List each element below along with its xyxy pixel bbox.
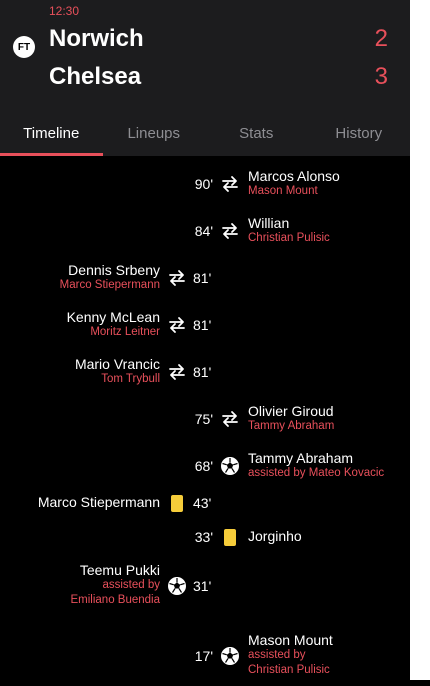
match-screen: 12:30 FT Norwich Chelsea 2 3 Timeline Li… <box>0 0 410 680</box>
event-secondary: Tammy Abraham <box>248 419 335 432</box>
event-player: Kenny McLean <box>66 308 160 325</box>
status-time: 12:30 <box>49 4 80 18</box>
event-secondary: Christian Pulisic <box>248 231 330 244</box>
substitution-icon <box>220 174 240 194</box>
event-details: Olivier Giroud Tammy Abraham <box>248 402 335 434</box>
event-assist-player: Emiliano Buendia <box>70 594 160 606</box>
event-player: Teemu Pukki <box>79 562 160 578</box>
event-secondary: assisted by <box>102 579 160 591</box>
event-secondary: Moritz Leitner <box>90 325 160 338</box>
event-minute: 68' <box>194 458 213 474</box>
timeline-event: 31' Teemu Pukki assisted by Emiliano Buendi… <box>0 556 410 616</box>
substitution-icon <box>220 221 240 241</box>
event-details: Willian Christian Pulisic <box>248 214 330 246</box>
event-details: Dennis Srbeny Marco Stiepermann <box>59 261 160 293</box>
event-assist-player: Christian Pulisic <box>248 664 330 676</box>
timeline-event: 81' Kenny McLean Moritz Leitner <box>0 305 410 345</box>
timeline-event: 84' Willian Christian Pulisic <box>0 211 410 251</box>
timeline-event: 33' Jorginho <box>0 522 410 552</box>
substitution-icon <box>220 409 240 429</box>
match-header: 12:30 FT Norwich Chelsea 2 3 <box>0 0 410 110</box>
event-details: Marcos Alonso Mason Mount <box>248 167 340 199</box>
event-player: Mason Mount <box>248 632 333 648</box>
match-timeline: 90' Marcos Alonso Mason Mount 84' Willian Chr… <box>0 156 410 680</box>
event-minute: 33' <box>194 529 213 545</box>
goal-ball-icon <box>167 576 187 596</box>
event-minute: 81' <box>193 317 212 333</box>
event-player: Jorginho <box>248 528 302 544</box>
home-team-name: Norwich <box>49 25 144 52</box>
event-minute: 31' <box>193 578 212 594</box>
event-player: Marco Stiepermann <box>37 494 160 510</box>
tab-lineups[interactable]: Lineups <box>103 110 206 156</box>
timeline-event: 75' Olivier Giroud Tammy Abraham <box>0 399 410 439</box>
tab-stats[interactable]: Stats <box>205 110 308 156</box>
event-details: Kenny McLean Moritz Leitner <box>66 308 160 340</box>
event-minute: 81' <box>193 364 212 380</box>
event-minute: 84' <box>194 223 213 239</box>
event-player: Mario Vrancic <box>74 355 160 372</box>
full-time-badge: FT <box>13 36 35 58</box>
event-secondary: Marco Stiepermann <box>59 278 160 291</box>
event-details: Teemu Pukki assisted by Emiliano Buendia <box>70 563 160 608</box>
home-team-score: 2 <box>374 25 388 52</box>
event-minute: 90' <box>194 176 213 192</box>
event-player: Dennis Srbeny <box>68 261 160 278</box>
substitution-icon <box>167 268 187 288</box>
event-minute: 75' <box>194 411 213 427</box>
event-minute: 81' <box>193 270 212 286</box>
event-details: Mario Vrancic Tom Trybull <box>74 355 160 387</box>
tab-timeline[interactable]: Timeline <box>0 110 103 156</box>
event-details: Marco Stiepermann <box>38 495 160 510</box>
timeline-event: 90' Marcos Alonso Mason Mount <box>0 164 410 204</box>
event-details: Tammy Abraham assisted by Mateo Kovacic <box>248 449 385 481</box>
away-team-score: 3 <box>374 63 388 90</box>
goal-ball-icon <box>220 646 240 666</box>
event-player: Willian <box>248 214 290 231</box>
tab-history[interactable]: History <box>308 110 411 156</box>
timeline-event: 43' Marco Stiepermann <box>0 488 410 518</box>
event-details: Jorginho <box>248 529 302 544</box>
timeline-event: 17' Mason Mount assisted by Christian Pulis… <box>0 626 410 686</box>
substitution-icon <box>167 315 187 335</box>
yellow-card-icon <box>167 493 187 513</box>
event-secondary: Tom Trybull <box>101 372 160 385</box>
event-secondary: Mason Mount <box>248 184 318 197</box>
event-minute: 17' <box>194 648 213 664</box>
tab-bar: Timeline Lineups Stats History <box>0 110 410 156</box>
event-minute: 43' <box>193 495 212 511</box>
substitution-icon <box>167 362 187 382</box>
timeline-event: 81' Mario Vrancic Tom Trybull <box>0 352 410 392</box>
event-secondary: assisted by <box>248 649 306 661</box>
goal-ball-icon <box>220 456 240 476</box>
event-details: Mason Mount assisted by Christian Pulisic <box>248 633 333 678</box>
event-player: Marcos Alonso <box>248 167 340 184</box>
event-player: Tammy Abraham <box>248 449 354 466</box>
timeline-event: 68' Tammy Abraham assisted by Mateo Kovaci… <box>0 446 410 486</box>
timeline-event: 81' Dennis Srbeny Marco Stiepermann <box>0 258 410 298</box>
event-secondary: assisted by Mateo Kovacic <box>248 466 385 479</box>
yellow-card-icon <box>220 527 240 547</box>
event-player: Olivier Giroud <box>248 402 334 419</box>
screen-edge <box>410 0 430 680</box>
away-team-name: Chelsea <box>49 63 142 90</box>
